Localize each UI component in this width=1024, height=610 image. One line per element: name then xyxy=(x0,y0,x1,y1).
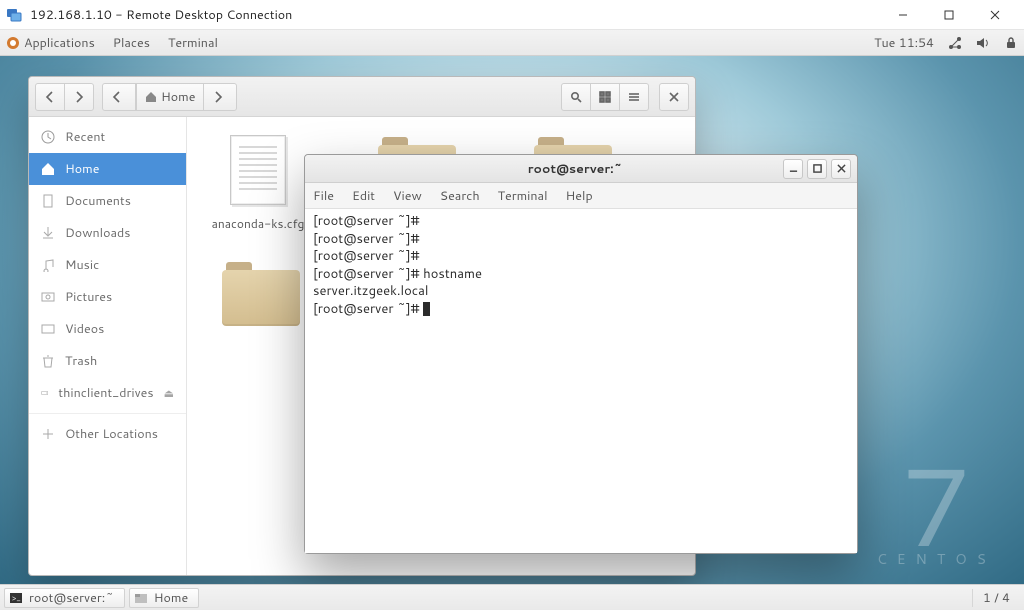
plus-icon xyxy=(41,427,55,441)
file-label: anaconda-ks.cfg xyxy=(203,215,313,232)
terminal-window: root@server:~ File Edit View Search Term… xyxy=(304,154,858,554)
sidebar-item-home[interactable]: Home xyxy=(29,153,186,185)
panel-places-label: Places xyxy=(113,34,150,52)
hamburger-icon xyxy=(628,91,640,103)
sidebar-item-label: Downloads xyxy=(65,224,130,242)
sidebar-item-label: Trash xyxy=(65,352,97,370)
lock-icon[interactable] xyxy=(1004,36,1018,50)
taskbar-entry-home[interactable]: Home xyxy=(129,588,199,608)
workspace-indicator[interactable]: 1 / 4 xyxy=(972,589,1020,607)
breadcrumb-prev[interactable] xyxy=(102,83,136,111)
sidebar-item-label: Documents xyxy=(65,192,131,210)
nav-back-button[interactable] xyxy=(35,83,65,111)
panel-menu-places[interactable]: Places xyxy=(113,34,150,52)
host-minimize-button[interactable] xyxy=(880,0,926,30)
eject-icon[interactable]: ⏏ xyxy=(164,385,174,401)
sidebar-item-music[interactable]: Music xyxy=(29,249,186,281)
sidebar-item-downloads[interactable]: Downloads xyxy=(29,217,186,249)
home-icon xyxy=(41,162,55,176)
host-maximize-button[interactable] xyxy=(926,0,972,30)
centos-7-brand: 7 CENTOS xyxy=(877,450,996,566)
terminal-menu-file[interactable]: File xyxy=(313,187,334,205)
sidebar-item-label: Home xyxy=(65,160,99,178)
svg-text:>_: >_ xyxy=(12,592,21,604)
sidebar-item-thinclient-drives[interactable]: thinclient_drives ⏏ xyxy=(29,377,186,409)
pictures-icon xyxy=(41,290,55,304)
videos-icon xyxy=(41,322,55,336)
folder-icon xyxy=(222,270,300,326)
applications-icon xyxy=(6,36,20,50)
view-grid-icon xyxy=(599,91,611,103)
brand-sub: CENTOS xyxy=(877,552,996,566)
sidebar-item-recent[interactable]: Recent xyxy=(29,121,186,153)
breadcrumb-home-label: Home xyxy=(161,88,195,106)
rdp-icon xyxy=(6,7,22,23)
home-icon xyxy=(145,91,157,103)
sidebar-item-label: Videos xyxy=(65,320,104,338)
sidebar-item-label: Recent xyxy=(65,128,105,146)
terminal-icon: >_ xyxy=(9,591,23,605)
breadcrumb-home[interactable]: Home xyxy=(136,83,204,111)
files-toolbar: Home xyxy=(29,77,695,117)
panel-terminal-label: Terminal xyxy=(168,34,218,52)
file-manager-icon xyxy=(134,591,148,605)
document-icon xyxy=(230,135,286,205)
drive-icon xyxy=(41,386,48,400)
taskbar-entry-label: Home xyxy=(154,589,188,607)
sidebar-item-videos[interactable]: Videos xyxy=(29,313,186,345)
terminal-menu-help[interactable]: Help xyxy=(566,187,593,205)
sidebar-item-label: thinclient_drives xyxy=(58,384,153,402)
brand-big: 7 xyxy=(877,450,996,560)
documents-icon xyxy=(41,194,55,208)
view-icons-button[interactable] xyxy=(590,83,620,111)
search-icon xyxy=(570,91,582,103)
panel-menu-applications[interactable]: Applications xyxy=(6,34,95,52)
terminal-menubar: File Edit View Search Terminal Help xyxy=(305,183,857,209)
terminal-menu-view[interactable]: View xyxy=(393,187,422,205)
sidebar-item-label: Pictures xyxy=(65,288,112,306)
files-sidebar: Recent Home Documents Downloads Music xyxy=(29,117,187,575)
sidebar-item-trash[interactable]: Trash xyxy=(29,345,186,377)
host-titlebar: 192.168.1.10 - Remote Desktop Connection xyxy=(0,0,1024,30)
view-menu-button[interactable] xyxy=(619,83,649,111)
host-close-button[interactable] xyxy=(972,0,1018,30)
panel-clock[interactable]: Tue 11:54 xyxy=(874,34,934,52)
remote-desktop: 7 CENTOS Home xyxy=(0,56,1024,584)
panel-menu-terminal[interactable]: Terminal xyxy=(168,34,218,52)
files-close-button[interactable] xyxy=(659,83,689,111)
network-icon[interactable] xyxy=(948,36,962,50)
taskbar-entry-label: root@server:~ xyxy=(29,589,114,607)
gnome-top-panel: Applications Places Terminal Tue 11:54 xyxy=(0,30,1024,56)
trash-icon xyxy=(41,354,55,368)
file-anaconda-ks[interactable]: anaconda-ks.cfg xyxy=(203,135,313,232)
bottom-taskbar: >_ root@server:~ Home 1 / 4 xyxy=(0,584,1024,610)
sidebar-item-pictures[interactable]: Pictures xyxy=(29,281,186,313)
sidebar-item-label: Other Locations xyxy=(65,425,158,443)
downloads-icon xyxy=(41,226,55,240)
breadcrumb-next[interactable] xyxy=(203,83,237,111)
terminal-titlebar[interactable]: root@server:~ xyxy=(305,155,857,183)
terminal-title: root@server:~ xyxy=(371,160,779,178)
sidebar-item-other-locations[interactable]: Other Locations xyxy=(29,418,186,450)
music-icon xyxy=(41,258,55,272)
terminal-maximize-button[interactable] xyxy=(807,159,827,179)
terminal-minimize-button[interactable] xyxy=(783,159,803,179)
terminal-close-button[interactable] xyxy=(831,159,851,179)
nav-forward-button[interactable] xyxy=(64,83,94,111)
sidebar-item-documents[interactable]: Documents xyxy=(29,185,186,217)
terminal-menu-edit[interactable]: Edit xyxy=(352,187,375,205)
clock-icon xyxy=(41,130,55,144)
host-title: 192.168.1.10 - Remote Desktop Connection xyxy=(30,6,292,24)
terminal-menu-terminal[interactable]: Terminal xyxy=(498,187,548,205)
search-button[interactable] xyxy=(561,83,591,111)
sidebar-item-label: Music xyxy=(65,256,99,274)
folder-hidden-3[interactable] xyxy=(203,260,313,357)
terminal-menu-search[interactable]: Search xyxy=(440,187,480,205)
taskbar-entry-terminal[interactable]: >_ root@server:~ xyxy=(4,588,125,608)
volume-icon[interactable] xyxy=(976,36,990,50)
panel-applications-label: Applications xyxy=(24,34,95,52)
terminal-cursor xyxy=(423,302,430,316)
terminal-output[interactable]: [root@server ~]# [root@server ~]# [root@… xyxy=(305,209,857,553)
